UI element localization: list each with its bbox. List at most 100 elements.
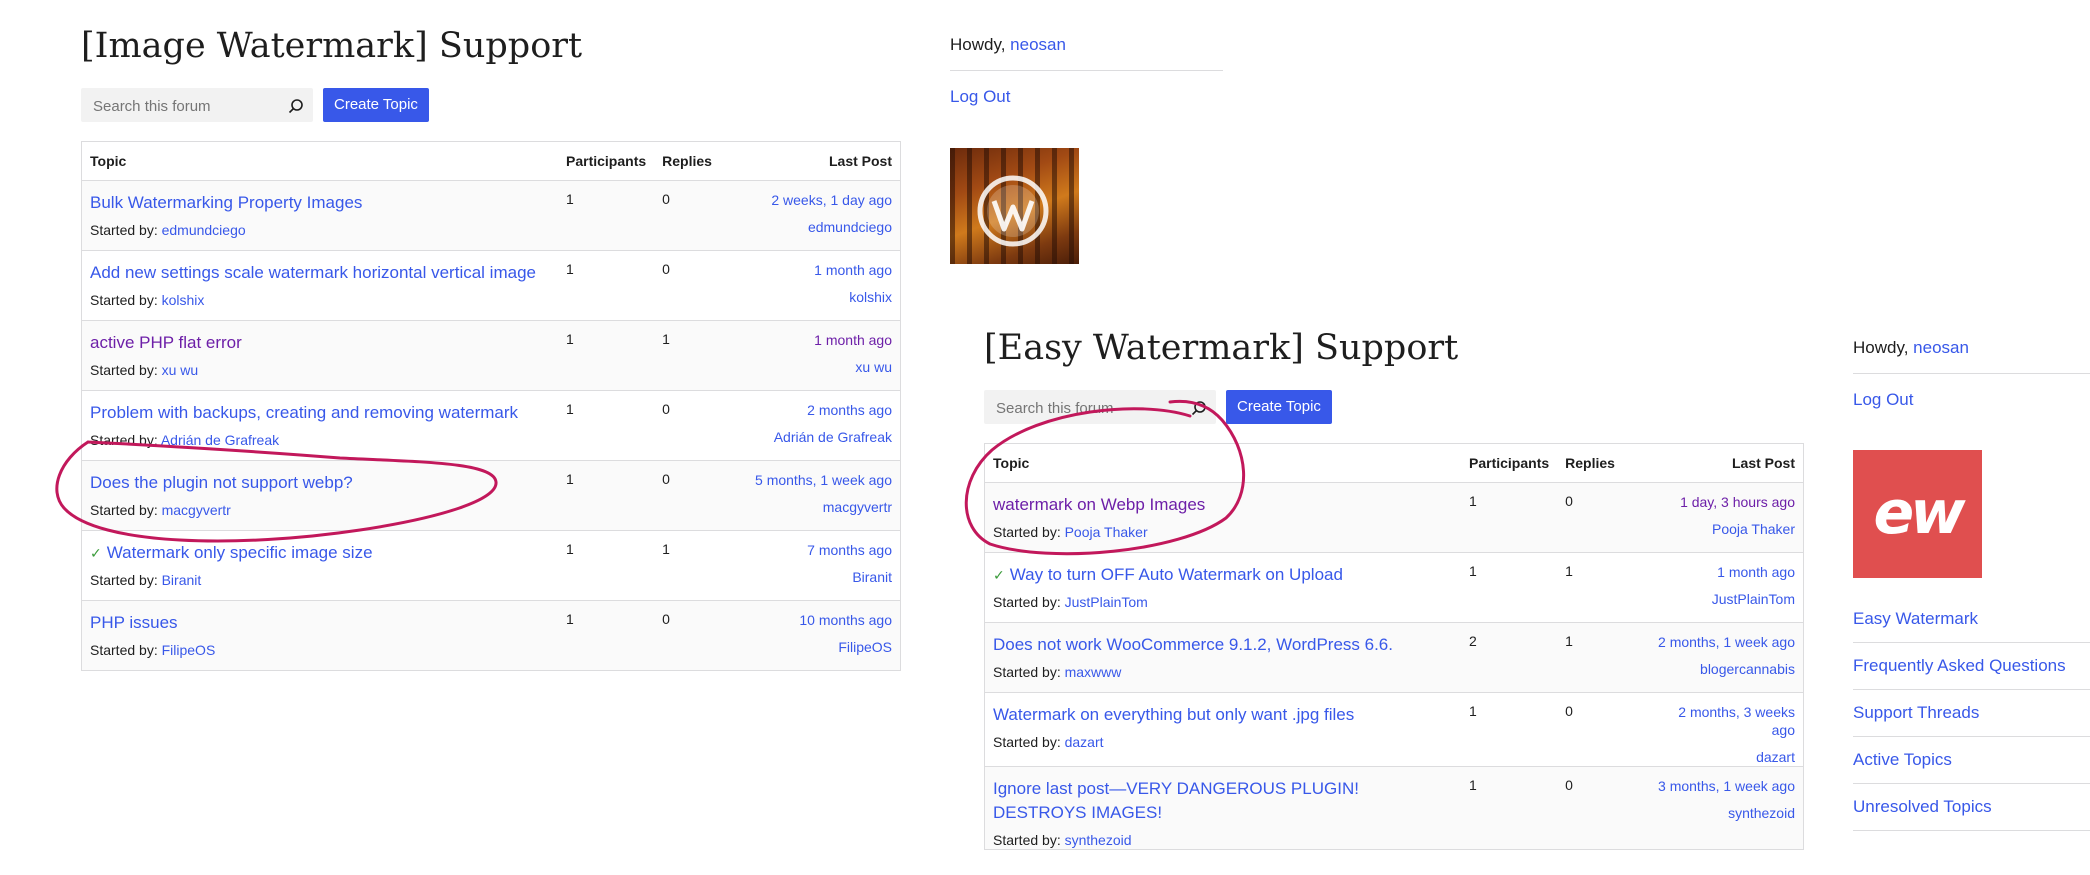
column-topic: Topic (81, 141, 558, 181)
table-row: active PHP flat error Started by: xu wu 1 1… (81, 320, 901, 391)
started-by: Started by: Pooja Thaker (993, 523, 1453, 541)
topic-link[interactable]: PHP issues (90, 613, 178, 632)
column-last-post: Last Post (1643, 443, 1804, 483)
last-post-user-link[interactable]: blogercannabis (1651, 660, 1795, 678)
search-icon[interactable] (288, 98, 304, 114)
author-link[interactable]: xu wu (162, 362, 199, 378)
started-by-label: Started by: (90, 432, 161, 448)
topic-link[interactable]: Does the plugin not support webp? (90, 473, 353, 492)
last-post-cell: 1 month ago xu wu (740, 320, 901, 391)
author-link[interactable]: Pooja Thaker (1065, 524, 1148, 540)
last-post-cell: 5 months, 1 week ago macgyvertr (740, 460, 901, 531)
table-row: Does the plugin not support webp? Started… (81, 460, 901, 531)
table-row: ✓ Watermark only specific image size Start… (81, 530, 901, 601)
last-post-time-link[interactable]: 2 months, 1 week ago (1651, 633, 1795, 651)
last-post-user-link[interactable]: dazart (1651, 748, 1795, 766)
sidebar-link-faq[interactable]: Frequently Asked Questions (1853, 643, 2090, 690)
last-post-user-link[interactable]: Pooja Thaker (1651, 520, 1795, 538)
last-post-time-link[interactable]: 7 months ago (748, 541, 892, 559)
topic-title-wrap: PHP issues (90, 611, 550, 635)
topic-link[interactable]: Watermark only specific image size (107, 543, 373, 562)
topic-link[interactable]: Add new settings scale watermark horizon… (90, 263, 536, 282)
participants-count: 1 (1469, 777, 1477, 793)
author-link[interactable]: Adrián de Grafreak (161, 432, 279, 448)
author-link[interactable]: Biranit (162, 572, 202, 588)
last-post-user-link[interactable]: xu wu (748, 358, 892, 376)
search-icon[interactable] (1191, 400, 1207, 416)
author-link[interactable]: kolshix (162, 292, 205, 308)
participants-count: 1 (1469, 563, 1477, 579)
topics-body: watermark on Webp Images Started by: Pooj… (984, 482, 1804, 850)
topic-title-wrap: Watermark on everything but only want .j… (993, 703, 1453, 727)
author-link[interactable]: synthezoid (1065, 832, 1132, 848)
last-post-time-link[interactable]: 1 month ago (748, 261, 892, 279)
last-post-user-link[interactable]: synthezoid (1651, 804, 1795, 822)
replies-cell: 1 (654, 320, 741, 391)
topic-title-wrap: Add new settings scale watermark horizon… (90, 261, 550, 285)
last-post-user-link[interactable]: FilipeOS (748, 638, 892, 656)
plugin-links: Easy Watermark Frequently Asked Question… (1853, 596, 2090, 831)
last-post-time-link[interactable]: 2 months ago (748, 401, 892, 419)
forum-search (984, 390, 1216, 426)
author-link[interactable]: maxwww (1065, 664, 1122, 680)
author-link[interactable]: FilipeOS (162, 642, 216, 658)
author-link[interactable]: JustPlainTom (1065, 594, 1148, 610)
topic-link[interactable]: Way to turn OFF Auto Watermark on Upload (1010, 565, 1343, 584)
last-post-time-link[interactable]: 10 months ago (748, 611, 892, 629)
table-row: Watermark on everything but only want .j… (984, 692, 1804, 767)
last-post-user-link[interactable]: Biranit (748, 568, 892, 586)
plugin-banner-image (950, 148, 1079, 264)
participants-cell: 1 (1461, 482, 1558, 553)
howdy-label: Howdy, (950, 35, 1011, 54)
last-post-time-link[interactable]: 1 day, 3 hours ago (1651, 493, 1795, 511)
topic-link[interactable]: Bulk Watermarking Property Images (90, 193, 362, 212)
forum-panel-image-watermark: [Image Watermark] Support Create Topic T… (81, 22, 901, 671)
create-topic-button[interactable]: Create Topic (323, 88, 429, 122)
check-icon: ✓ (90, 545, 102, 561)
last-post-time-link[interactable]: 1 month ago (748, 331, 892, 349)
topic-cell: Problem with backups, creating and remov… (81, 390, 558, 461)
last-post-user-link[interactable]: macgyvertr (748, 498, 892, 516)
last-post-time-link[interactable]: 5 months, 1 week ago (748, 471, 892, 489)
sidebar-link-active-topics[interactable]: Active Topics (1853, 737, 2090, 784)
topic-link[interactable]: Does not work WooCommerce 9.1.2, WordPre… (993, 635, 1393, 654)
user-link[interactable]: neosan (1010, 35, 1066, 54)
topic-title-wrap: watermark on Webp Images (993, 493, 1453, 517)
logout-link[interactable]: Log Out (1853, 390, 2090, 410)
last-post-time-link[interactable]: 2 months, 3 weeks ago (1651, 703, 1795, 739)
topic-link[interactable]: Problem with backups, creating and remov… (90, 403, 518, 422)
topic-link[interactable]: Watermark on everything but only want .j… (993, 705, 1354, 724)
author-link[interactable]: dazart (1065, 734, 1104, 750)
user-link[interactable]: neosan (1913, 338, 1969, 357)
logout-link[interactable]: Log Out (950, 87, 1223, 107)
replies-cell: 0 (654, 460, 741, 531)
search-input[interactable] (91, 88, 280, 124)
author-link[interactable]: macgyvertr (162, 502, 231, 518)
topics-body: Bulk Watermarking Property Images Started… (81, 180, 901, 671)
last-post-time-link[interactable]: 3 months, 1 week ago (1651, 777, 1795, 795)
create-topic-button[interactable]: Create Topic (1226, 390, 1332, 424)
search-input[interactable] (994, 390, 1183, 426)
last-post-cell: 2 months ago Adrián de Grafreak (740, 390, 901, 461)
started-by: Started by: xu wu (90, 361, 550, 379)
topic-title-wrap: active PHP flat error (90, 331, 550, 355)
started-by: Started by: kolshix (90, 291, 550, 309)
column-topic: Topic (984, 443, 1461, 483)
participants-count: 1 (566, 191, 574, 207)
last-post-time-link[interactable]: 2 weeks, 1 day ago (748, 191, 892, 209)
topic-link[interactable]: Ignore last post—VERY DANGEROUS PLUGIN! … (993, 779, 1359, 822)
last-post-cell: 10 months ago FilipeOS (740, 600, 901, 671)
topic-link[interactable]: active PHP flat error (90, 333, 242, 352)
last-post-user-link[interactable]: Adrián de Grafreak (748, 428, 892, 446)
topic-link[interactable]: watermark on Webp Images (993, 495, 1205, 514)
sidebar-link-easy-watermark[interactable]: Easy Watermark (1853, 596, 2090, 643)
last-post-user-link[interactable]: edmundciego (748, 218, 892, 236)
author-link[interactable]: edmundciego (162, 222, 246, 238)
table-header-row: Topic Participants Replies Last Post (984, 443, 1804, 483)
last-post-user-link[interactable]: JustPlainTom (1651, 590, 1795, 608)
last-post-time-link[interactable]: 1 month ago (1651, 563, 1795, 581)
last-post-user-link[interactable]: kolshix (748, 288, 892, 306)
sidebar-link-unresolved-topics[interactable]: Unresolved Topics (1853, 784, 2090, 831)
participants-count: 1 (566, 401, 574, 417)
sidebar-link-support-threads[interactable]: Support Threads (1853, 690, 2090, 737)
